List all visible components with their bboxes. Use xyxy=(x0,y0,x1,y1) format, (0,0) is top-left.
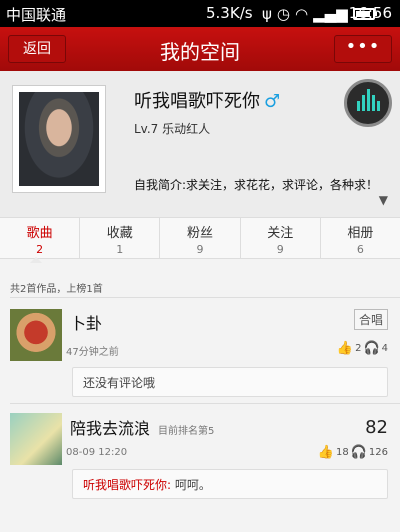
song-title-row: 陪我去流浪 目前排名第5 xyxy=(70,415,214,439)
listen-count: 126 xyxy=(368,447,388,458)
wifi-icon: ◠ xyxy=(295,5,309,23)
comment-author[interactable]: 听我唱歌吓死你: xyxy=(83,478,171,492)
comment-text: 还没有评论哦 xyxy=(83,376,156,390)
more-button[interactable]: ••• xyxy=(334,35,392,63)
song-rank: 目前排名第5 xyxy=(158,426,215,437)
usb-icon: ψ xyxy=(262,5,272,23)
tab-count: 9 xyxy=(196,243,204,256)
user-level: Lv.7 乐动红人 xyxy=(134,122,211,136)
tab-count: 6 xyxy=(356,243,364,256)
carrier-label: 中国联通 xyxy=(6,6,67,24)
comment-text: 呵呵。 xyxy=(171,478,211,492)
profile-card: 听我唱歌吓死你 ♂ Lv.7 乐动红人 自我简介:求关注，求花花，求评论，各种求！… xyxy=(0,71,400,217)
listen-count: 4 xyxy=(381,343,388,354)
like-count: 2 xyxy=(355,343,362,354)
song-stats: 👍 18 🎧 126 xyxy=(318,445,388,460)
list-item[interactable]: 陪我去流浪 目前排名第5 82 08-09 12:20 👍 18 🎧 126 听我… xyxy=(0,403,400,513)
song-title: 卜卦 xyxy=(70,314,103,333)
song-stats: 👍 2 🎧 4 xyxy=(337,341,388,356)
headphones-icon: 🎧 xyxy=(350,445,367,460)
profile-tabs: 歌曲 2 收藏 1 粉丝 9 关注 9 相册 6 xyxy=(0,217,400,259)
tab-label: 歌曲 xyxy=(26,226,53,241)
thumbs-up-icon: 👍 xyxy=(317,445,334,460)
works-summary: 共2首作品，上榜1首 xyxy=(10,284,103,295)
network-speed: 5.3K/s xyxy=(206,4,253,22)
comment-box[interactable]: 听我唱歌吓死你: 呵呵。 xyxy=(72,469,388,499)
chorus-badge: 合唱 xyxy=(353,309,388,330)
avatar-image xyxy=(19,92,99,186)
active-tab-pointer xyxy=(30,257,42,263)
status-bar: 中国联通 5.3K/s ψ ◷ ◠ ▂▄▆ 16:56 xyxy=(0,0,400,27)
tab-count: 1 xyxy=(116,243,124,256)
username: 听我唱歌吓死你 ♂ xyxy=(134,87,280,113)
title-bar: 返回 我的空间 ••• xyxy=(0,27,400,71)
tab-count: 9 xyxy=(276,243,284,256)
tab-fans[interactable]: 粉丝 9 xyxy=(160,218,241,258)
alarm-icon: ◷ xyxy=(276,5,290,23)
bio-text: 自我简介:求关注，求花花，求评论，各种求！ xyxy=(134,178,379,192)
tab-album[interactable]: 相册 6 xyxy=(321,218,400,258)
tab-favorites[interactable]: 收藏 1 xyxy=(80,218,161,258)
male-icon: ♂ xyxy=(264,91,281,112)
tab-label: 关注 xyxy=(267,226,294,241)
tab-label: 粉丝 xyxy=(187,226,214,241)
song-thumbnail xyxy=(10,413,62,465)
username-text: 听我唱歌吓死你 xyxy=(134,91,260,112)
comment-box[interactable]: 还没有评论哦 xyxy=(72,367,388,397)
thumbs-up-icon: 👍 xyxy=(336,341,354,356)
song-score: 82 xyxy=(365,417,388,438)
song-title: 陪我去流浪 xyxy=(70,419,151,438)
song-thumbnail xyxy=(10,309,62,361)
avatar[interactable] xyxy=(12,85,106,193)
list-item[interactable]: 卜卦 合唱 47分钟之前 👍 2 🎧 4 还没有评论哦 xyxy=(0,297,400,397)
tab-label: 相册 xyxy=(347,226,374,241)
song-time: 47分钟之前 xyxy=(66,347,119,358)
tab-count: 2 xyxy=(36,243,44,256)
tab-label: 收藏 xyxy=(106,226,133,241)
chevron-down-icon[interactable]: ▼ xyxy=(379,193,388,207)
signal-icon: ▂▄▆ xyxy=(313,5,348,23)
equalizer-icon[interactable] xyxy=(344,79,392,127)
song-time: 08-09 12:20 xyxy=(66,447,128,458)
tab-following[interactable]: 关注 9 xyxy=(241,218,321,258)
tab-songs[interactable]: 歌曲 2 xyxy=(0,218,81,258)
headphones-icon: 🎧 xyxy=(363,341,380,356)
like-count: 18 xyxy=(335,447,349,458)
clock: 16:56 xyxy=(348,4,392,22)
